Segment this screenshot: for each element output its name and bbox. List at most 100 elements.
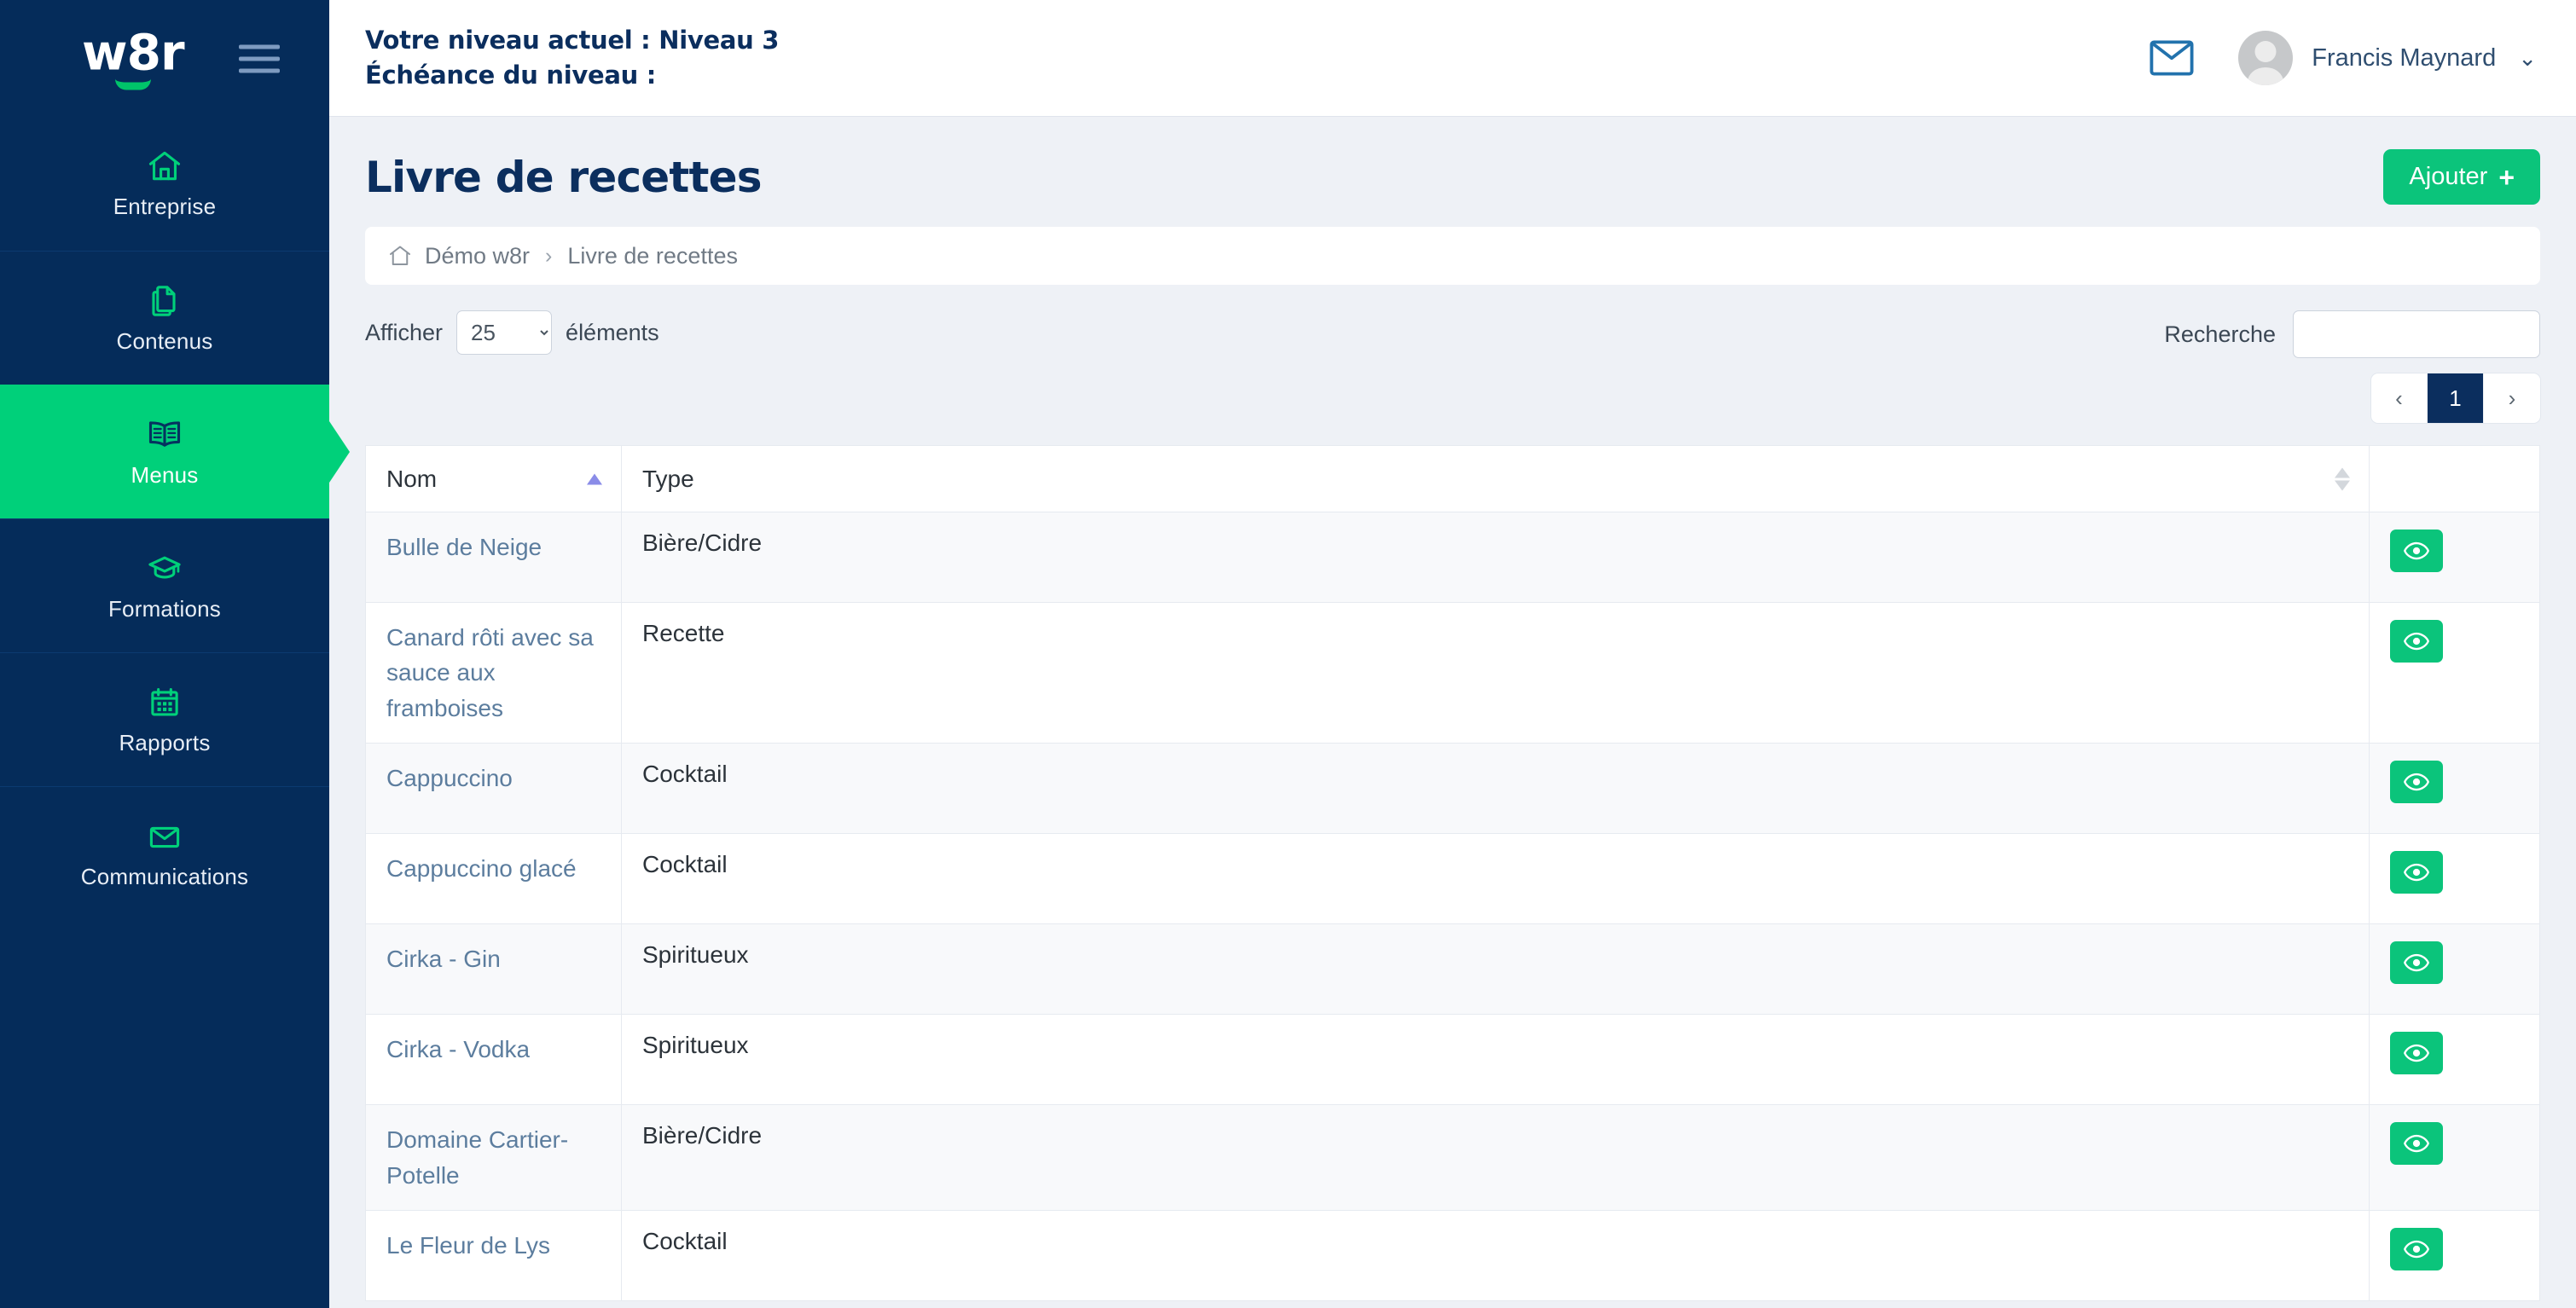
- add-button[interactable]: Ajouter +: [2383, 149, 2540, 205]
- sidebar-item-formations[interactable]: Formations: [0, 518, 329, 652]
- recipe-link[interactable]: Cappuccino: [386, 761, 513, 796]
- table-row: Cirka - Gin Spiritueux: [365, 923, 2540, 1016]
- column-header-nom[interactable]: Nom: [365, 445, 622, 512]
- column-header-label: Nom: [386, 465, 438, 492]
- table-body: Bulle de Neige Bière/Cidre Canard rôti a…: [365, 512, 2540, 1302]
- sidebar-item-menus[interactable]: Menus: [0, 385, 329, 518]
- table-row: Cappuccino glacé Cocktail: [365, 833, 2540, 925]
- pagination-next-button[interactable]: ›: [2484, 373, 2540, 423]
- view-button[interactable]: [2390, 1122, 2443, 1166]
- recipes-table: Nom Type Bulle de Neige Bière/Cidre Cana…: [365, 445, 2540, 1302]
- view-button[interactable]: [2390, 620, 2443, 663]
- view-button[interactable]: [2390, 941, 2443, 985]
- cell-type: Cocktail: [621, 743, 2370, 835]
- view-button[interactable]: [2390, 761, 2443, 804]
- eye-icon: [2404, 541, 2429, 560]
- home-icon: [387, 243, 413, 269]
- cell-actions: [2369, 512, 2540, 603]
- level-deadline-text: Échéance du niveau :: [365, 61, 657, 90]
- search-row: Recherche: [2164, 310, 2540, 358]
- app-root: w8r Entreprise Contenus Menus Formations…: [0, 0, 2576, 1308]
- eye-icon: [2404, 954, 2429, 972]
- graduation-cap-icon: [145, 550, 184, 587]
- cell-nom: Bulle de Neige: [365, 512, 622, 603]
- recipe-link[interactable]: Cappuccino glacé: [386, 851, 577, 886]
- sidebar-header: w8r: [0, 0, 329, 117]
- sidebar-item-entreprise[interactable]: Entreprise: [0, 117, 329, 251]
- pagination: ‹ 1 ›: [2371, 373, 2540, 423]
- recipe-link[interactable]: Domaine Cartier-Potelle: [386, 1122, 600, 1193]
- page-title: Livre de recettes: [365, 152, 762, 202]
- sort-ascending-icon: [587, 473, 602, 484]
- hamburger-menu-icon[interactable]: [239, 44, 280, 72]
- recipe-link[interactable]: Le Fleur de Lys: [386, 1228, 550, 1263]
- avatar: [2238, 31, 2294, 85]
- envelope-icon: [145, 818, 184, 855]
- table-row: Cirka - Vodka Spiritueux: [365, 1014, 2540, 1106]
- hamburger-line: [239, 68, 280, 72]
- cell-type: Recette: [621, 601, 2370, 744]
- chevron-down-icon: ⌄: [2518, 44, 2537, 71]
- cell-nom: Cappuccino: [365, 743, 622, 835]
- user-name: Francis Maynard: [2312, 43, 2497, 72]
- book-icon: [144, 416, 185, 454]
- column-header-actions: [2369, 445, 2540, 512]
- eye-icon: [2404, 1240, 2429, 1259]
- app-logo[interactable]: w8r: [82, 23, 185, 90]
- sidebar-item-communications[interactable]: Communications: [0, 786, 329, 920]
- table-head: Nom Type: [365, 445, 2540, 512]
- table-header-row: Nom Type: [365, 445, 2540, 512]
- cell-actions: [2369, 743, 2540, 835]
- top-header: Votre niveau actuel : Niveau 3 Échéance …: [329, 0, 2576, 117]
- cell-nom: Cappuccino glacé: [365, 833, 622, 925]
- sort-none-icon: [2335, 467, 2350, 490]
- sidebar-item-label: Communications: [80, 863, 249, 889]
- view-button[interactable]: [2390, 530, 2443, 572]
- page-header: Livre de recettes Ajouter +: [365, 117, 2540, 227]
- breadcrumb-current: Livre de recettes: [567, 242, 738, 269]
- view-button[interactable]: [2390, 1032, 2443, 1075]
- page-length-prefix-label: Afficher: [365, 319, 444, 345]
- table-row: Domaine Cartier-Potelle Bière/Cidre: [365, 1104, 2540, 1212]
- page-content: Livre de recettes Ajouter + Démo w8r › L…: [329, 117, 2576, 1308]
- recipe-link[interactable]: Cirka - Gin: [386, 941, 501, 976]
- table-row: Bulle de Neige Bière/Cidre: [365, 512, 2540, 603]
- search-input[interactable]: [2293, 310, 2540, 358]
- cell-nom: Domaine Cartier-Potelle: [365, 1104, 622, 1212]
- cell-nom: Canard rôti avec sa sauce aux framboises: [365, 601, 622, 744]
- top-header-right: Francis Maynard ⌄: [2150, 31, 2537, 85]
- recipe-link[interactable]: Cirka - Vodka: [386, 1032, 530, 1067]
- cell-type: Bière/Cidre: [621, 1104, 2370, 1212]
- recipe-link[interactable]: Canard rôti avec sa sauce aux framboises: [386, 620, 600, 726]
- page-length-select[interactable]: 10 25 50 100: [456, 310, 553, 355]
- pagination-prev-button[interactable]: ‹: [2371, 373, 2428, 423]
- plus-icon: +: [2498, 161, 2515, 193]
- sidebar-nav: Entreprise Contenus Menus Formations Rap…: [0, 117, 329, 1308]
- logo-text: w8r: [82, 23, 185, 81]
- pagination-page-1[interactable]: 1: [2428, 373, 2484, 423]
- hamburger-line: [239, 56, 280, 61]
- breadcrumb-root-link[interactable]: Démo w8r: [425, 243, 530, 269]
- cell-type: Bière/Cidre: [621, 512, 2370, 603]
- level-info: Votre niveau actuel : Niveau 3 Échéance …: [365, 23, 779, 93]
- sidebar-item-rapports[interactable]: Rapports: [0, 652, 329, 786]
- cell-nom: Cirka - Vodka: [365, 1014, 622, 1106]
- cell-type: Spiritueux: [621, 923, 2370, 1016]
- column-header-type[interactable]: Type: [621, 445, 2370, 512]
- mail-icon[interactable]: [2150, 40, 2194, 76]
- current-level-text: Votre niveau actuel : Niveau 3: [365, 25, 780, 55]
- sidebar-item-label: Entreprise: [113, 194, 217, 219]
- cell-nom: Cirka - Gin: [365, 923, 622, 1016]
- eye-icon: [2404, 1135, 2429, 1153]
- recipe-link[interactable]: Bulle de Neige: [386, 530, 542, 564]
- sidebar-item-contenus[interactable]: Contenus: [0, 251, 329, 385]
- view-button[interactable]: [2390, 851, 2443, 894]
- table-row: Canard rôti avec sa sauce aux framboises…: [365, 601, 2540, 744]
- view-button[interactable]: [2390, 1228, 2443, 1271]
- main-area: Votre niveau actuel : Niveau 3 Échéance …: [329, 0, 2576, 1308]
- user-menu[interactable]: Francis Maynard ⌄: [2238, 31, 2537, 85]
- documents-icon: [146, 282, 183, 320]
- cell-type: Cocktail: [621, 1210, 2370, 1302]
- sidebar-item-label: Menus: [131, 461, 199, 488]
- add-button-label: Ajouter: [2409, 163, 2488, 190]
